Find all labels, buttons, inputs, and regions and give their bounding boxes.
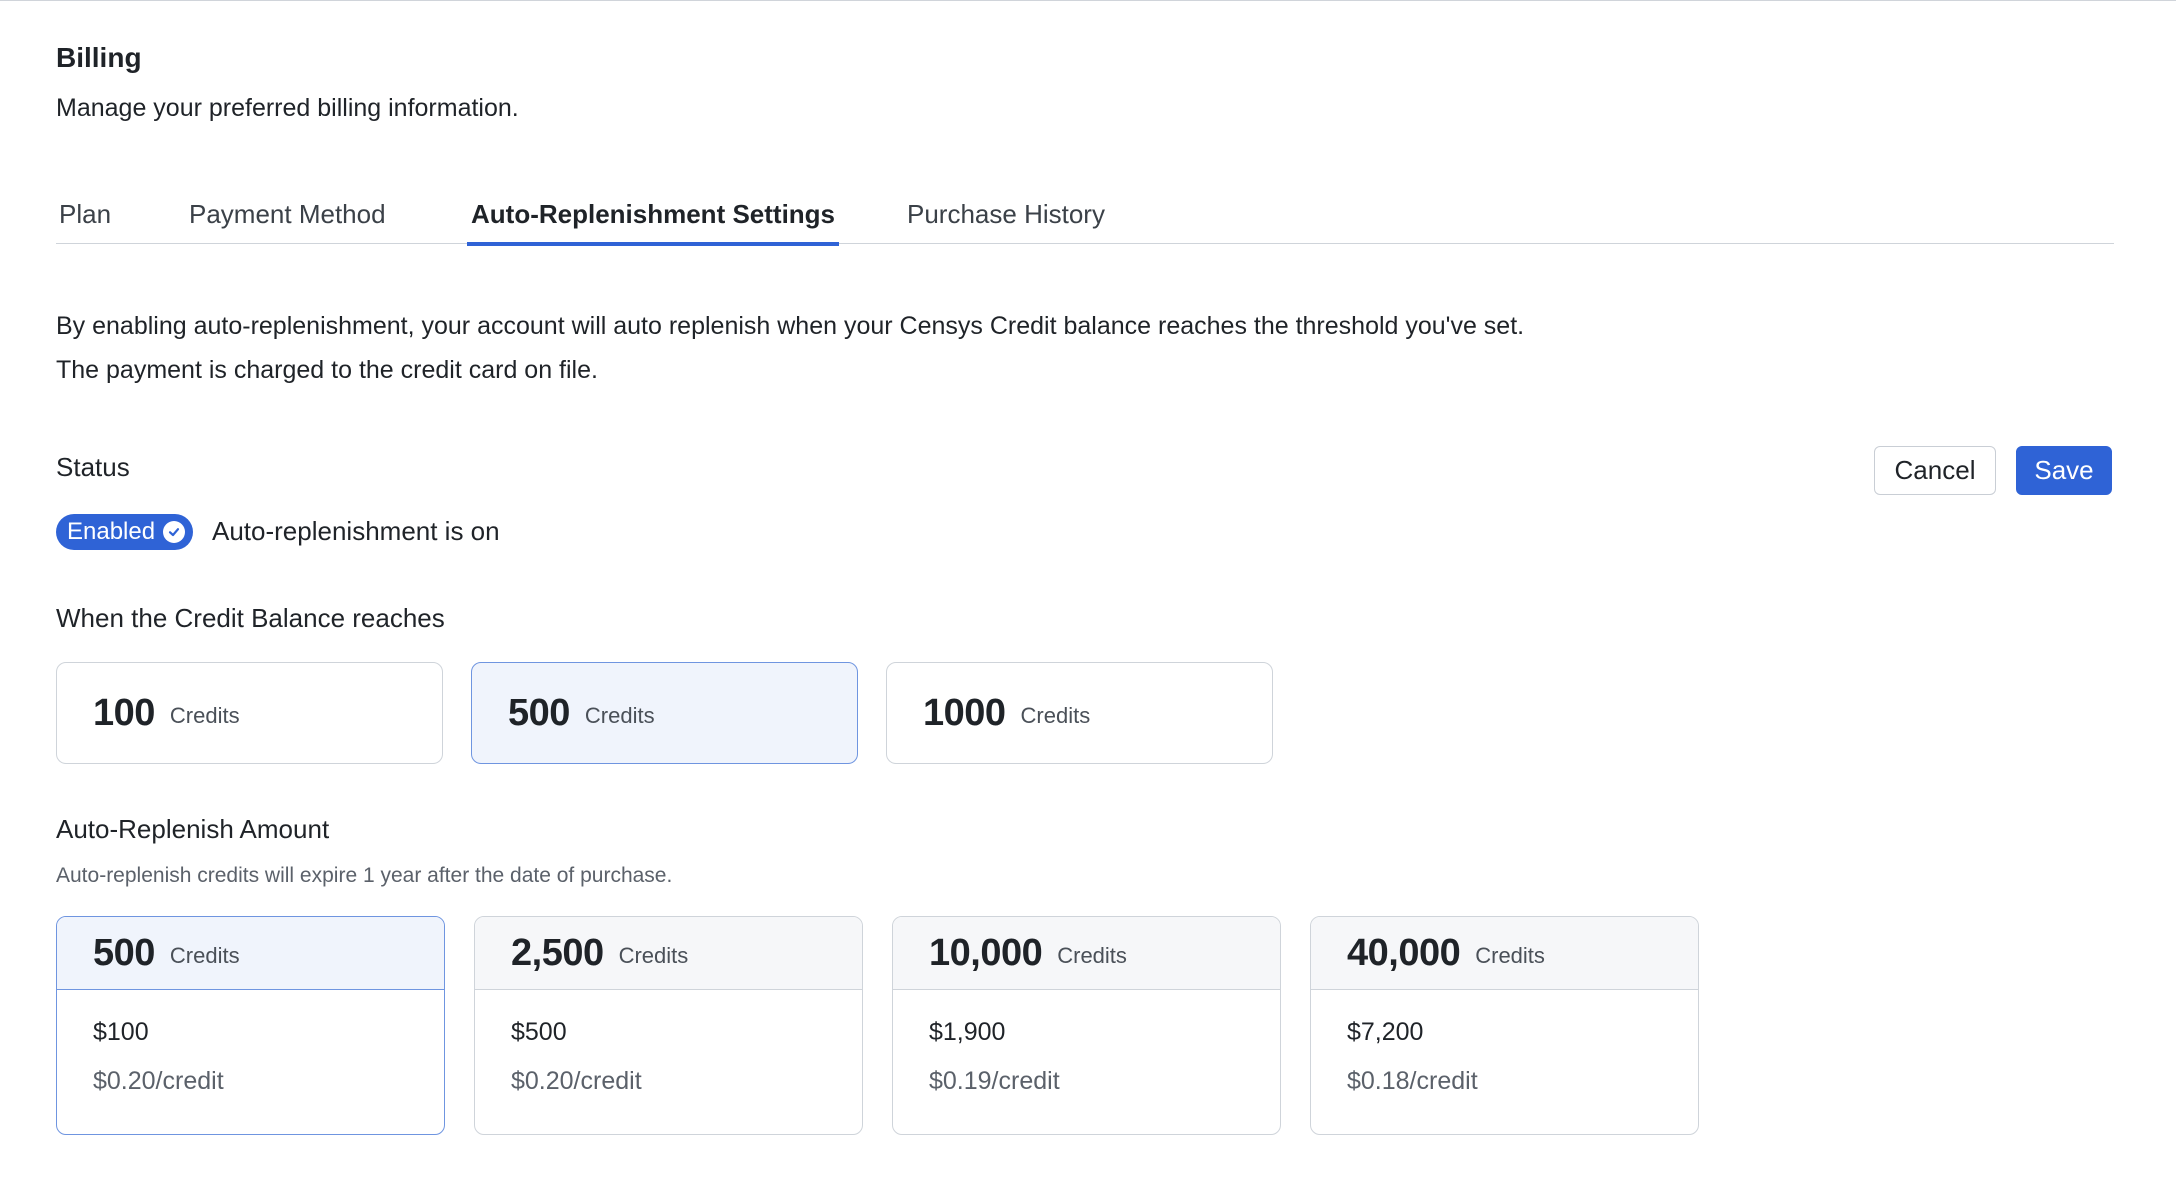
cancel-button[interactable]: Cancel xyxy=(1874,446,1996,495)
amount-card-body: $100 $0.20/credit xyxy=(57,990,444,1096)
amount-credits: 2,500 xyxy=(511,931,604,974)
amount-card-header: 2,500 Credits xyxy=(475,917,862,990)
amount-credits: 500 xyxy=(93,931,155,974)
amount-expiry-note: Auto-replenish credits will expire 1 yea… xyxy=(56,864,673,887)
description-line-1: By enabling auto-replenishment, your acc… xyxy=(56,312,1525,340)
amount-card-header: 500 Credits xyxy=(57,917,444,990)
threshold-label: When the Credit Balance reaches xyxy=(56,603,445,633)
amount-unit: Credits xyxy=(169,943,240,968)
page-title: Billing xyxy=(56,42,142,73)
threshold-option-100[interactable]: 100 Credits xyxy=(56,662,443,764)
billing-tabs: Plan Payment Method Auto-Replenishment S… xyxy=(56,186,2114,246)
threshold-option-500[interactable]: 500 Credits xyxy=(471,662,858,764)
amount-price: $7,200 xyxy=(1347,1018,1424,1046)
amount-card-header: 10,000 Credits xyxy=(893,917,1280,990)
amount-credits: 40,000 xyxy=(1347,931,1461,974)
amount-card-body: $500 $0.20/credit xyxy=(475,990,862,1096)
threshold-value: 1000 xyxy=(923,691,1006,734)
amount-option-500[interactable]: 500 Credits $100 $0.20/credit xyxy=(56,916,445,1135)
threshold-unit: Credits xyxy=(584,703,655,728)
amount-credits: 10,000 xyxy=(929,931,1043,974)
amount-price: $500 xyxy=(511,1018,567,1046)
amount-price: $100 xyxy=(93,1018,149,1046)
amount-option-10000[interactable]: 10,000 Credits $1,900 $0.19/credit xyxy=(892,916,1281,1135)
amount-option-2500[interactable]: 2,500 Credits $500 $0.20/credit xyxy=(474,916,863,1135)
top-divider xyxy=(0,0,2176,1)
page-subtitle: Manage your preferred billing informatio… xyxy=(56,94,519,122)
check-circle-icon xyxy=(163,521,186,543)
status-badge-label: Enabled xyxy=(67,518,156,545)
amount-per-credit: $0.20/credit xyxy=(93,1067,224,1095)
threshold-unit: Credits xyxy=(1020,703,1091,728)
amount-card-body: $1,900 $0.19/credit xyxy=(893,990,1280,1096)
amount-unit: Credits xyxy=(618,943,689,968)
amount-per-credit: $0.18/credit xyxy=(1347,1067,1478,1095)
tab-plan[interactable]: Plan xyxy=(59,186,111,244)
amount-price: $1,900 xyxy=(929,1018,1006,1046)
tab-payment-method[interactable]: Payment Method xyxy=(189,186,386,244)
threshold-value: 100 xyxy=(93,691,155,734)
save-button[interactable]: Save xyxy=(2016,446,2112,495)
tab-auto-replenishment-settings[interactable]: Auto-Replenishment Settings xyxy=(466,186,840,246)
amount-per-credit: $0.20/credit xyxy=(511,1067,642,1095)
status-badge: Enabled xyxy=(56,514,194,550)
amount-label: Auto-Replenish Amount xyxy=(56,814,330,844)
threshold-option-1000[interactable]: 1000 Credits xyxy=(886,662,1273,764)
status-text: Auto-replenishment is on xyxy=(212,516,500,546)
amount-card-body: $7,200 $0.18/credit xyxy=(1311,990,1698,1096)
amount-unit: Credits xyxy=(1057,943,1127,968)
amount-per-credit: $0.19/credit xyxy=(929,1067,1060,1095)
threshold-value: 500 xyxy=(508,691,570,734)
description-line-2: The payment is charged to the credit car… xyxy=(56,356,598,384)
amount-option-40000[interactable]: 40,000 Credits $7,200 $0.18/credit xyxy=(1310,916,1699,1135)
tab-purchase-history[interactable]: Purchase History xyxy=(907,186,1105,244)
amount-unit: Credits xyxy=(1475,943,1545,968)
status-label: Status xyxy=(56,452,130,482)
threshold-unit: Credits xyxy=(169,703,240,728)
amount-card-header: 40,000 Credits xyxy=(1311,917,1698,990)
auto-replenish-description: By enabling auto-replenishment, your acc… xyxy=(56,304,1524,392)
